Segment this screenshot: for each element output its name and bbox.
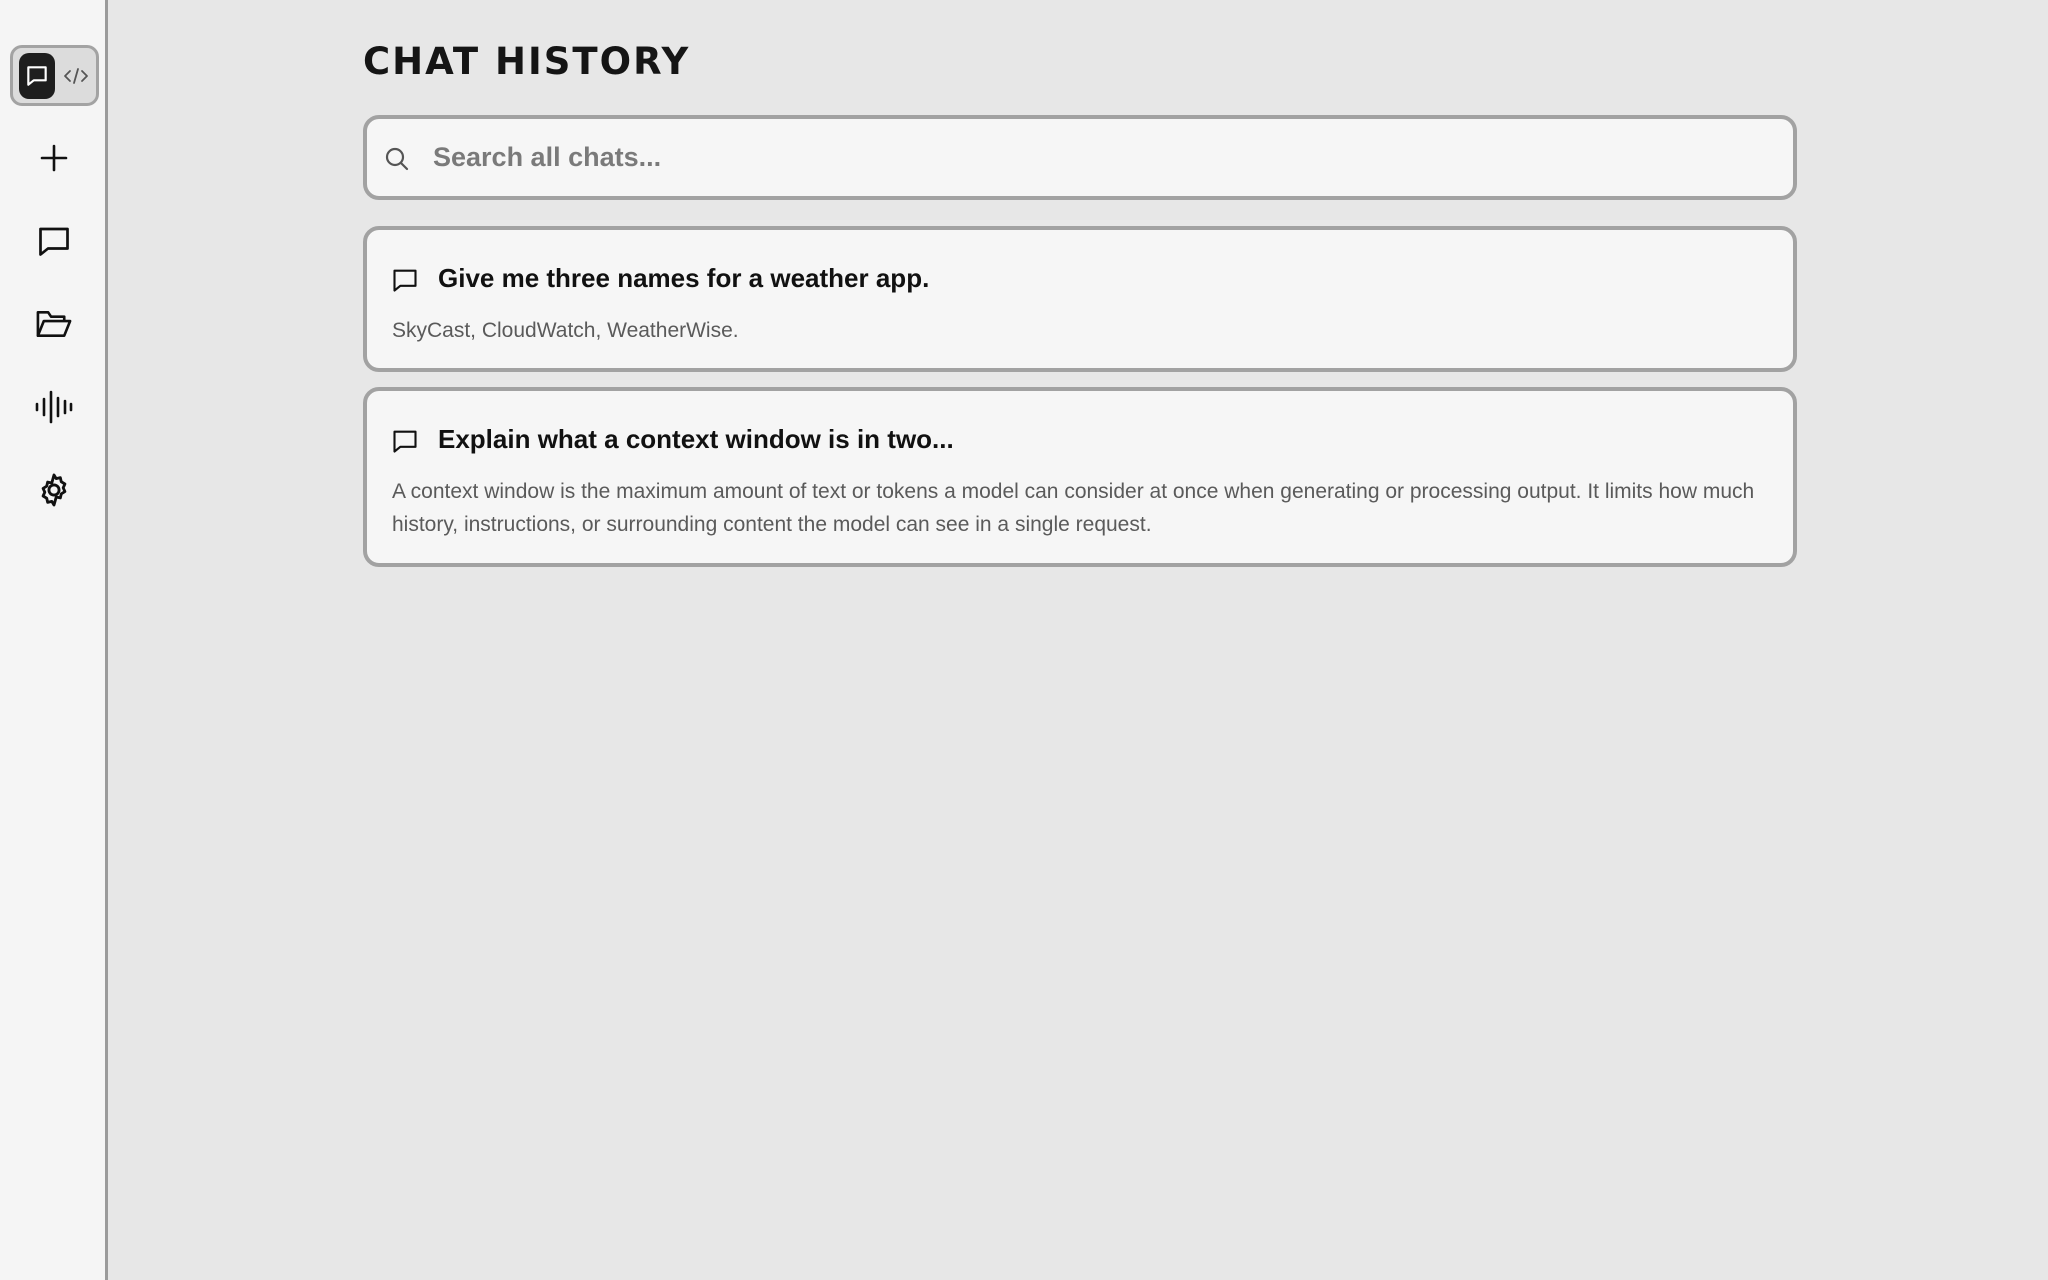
search-icon <box>385 147 409 171</box>
chat-history-item[interactable]: Give me three names for a weather app. S… <box>363 226 1797 372</box>
code-brackets-icon <box>63 67 88 84</box>
sidebar <box>0 0 108 1280</box>
page-title: CHAT HISTORY <box>363 40 691 83</box>
chat-history-item[interactable]: Explain what a context window is in two.… <box>363 387 1797 567</box>
folder-open-icon <box>36 310 72 338</box>
search-box[interactable] <box>363 115 1797 200</box>
chat-preview: A context window is the maximum amount o… <box>392 480 1755 536</box>
audio-waveform-icon <box>35 390 73 424</box>
projects-button[interactable] <box>29 299 79 349</box>
chats-button[interactable] <box>29 216 79 266</box>
mode-toggle[interactable] <box>10 45 99 106</box>
chat-bubble-icon <box>39 227 69 256</box>
chat-preview: SkyCast, CloudWatch, WeatherWise. <box>392 319 739 342</box>
gear-icon <box>41 473 67 507</box>
chat-bubble-icon <box>27 65 47 86</box>
chat-bubble-icon <box>393 430 417 453</box>
chat-title: Explain what a context window is in two.… <box>438 424 954 454</box>
chat-bubble-icon <box>393 269 417 292</box>
plus-icon <box>40 144 68 172</box>
chat-mode-button[interactable] <box>19 52 56 99</box>
search-input[interactable] <box>433 119 1773 196</box>
new-chat-button[interactable] <box>29 133 79 183</box>
chat-title: Give me three names for a weather app. <box>438 263 930 293</box>
code-mode-button[interactable] <box>61 53 90 99</box>
settings-button[interactable] <box>29 465 79 515</box>
voice-button[interactable] <box>29 382 79 432</box>
